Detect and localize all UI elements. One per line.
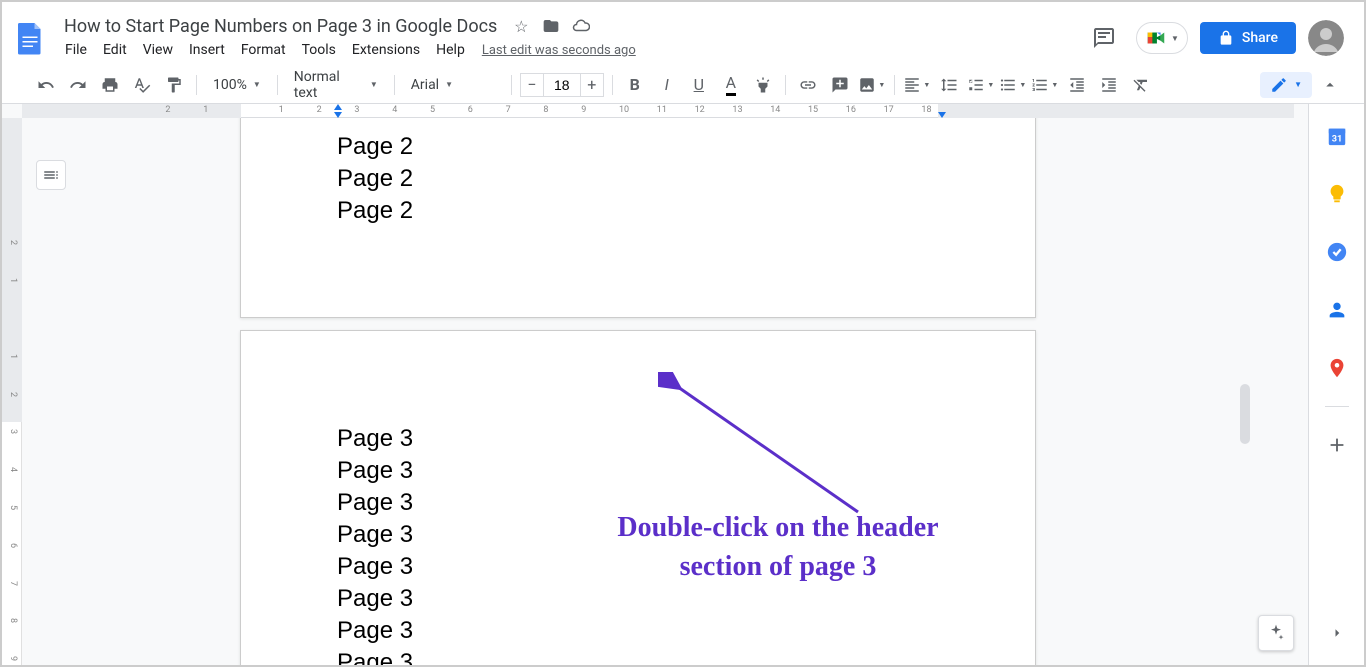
- print-button[interactable]: [96, 71, 124, 99]
- document-page-2[interactable]: Page 2 Page 2 Page 2: [240, 118, 1036, 318]
- cloud-status-icon[interactable]: [571, 16, 591, 36]
- decrease-font-button[interactable]: −: [520, 73, 544, 97]
- redo-button[interactable]: [64, 71, 92, 99]
- align-button[interactable]: ▼: [903, 71, 931, 99]
- chevron-down-icon: ▼: [1171, 34, 1179, 43]
- doc-line: Page 3: [337, 519, 413, 551]
- doc-line: Page 3: [337, 551, 413, 583]
- bulleted-list-button[interactable]: ▼: [999, 71, 1027, 99]
- underline-button[interactable]: U: [685, 71, 713, 99]
- menu-edit[interactable]: Edit: [96, 38, 134, 62]
- comment-history-icon[interactable]: [1084, 18, 1124, 58]
- show-outline-button[interactable]: [36, 160, 66, 190]
- clear-formatting-button[interactable]: [1127, 71, 1155, 99]
- meet-button[interactable]: ▼: [1136, 22, 1188, 54]
- account-avatar[interactable]: [1308, 20, 1344, 56]
- horizontal-ruler[interactable]: 21123456789101112131415161718: [22, 104, 1294, 118]
- add-comment-button[interactable]: [826, 71, 854, 99]
- menu-help[interactable]: Help: [429, 38, 472, 62]
- doc-line: Page 3: [337, 647, 413, 665]
- scrollbar-thumb[interactable]: [1240, 384, 1250, 444]
- last-edit-link[interactable]: Last edit was seconds ago: [482, 43, 636, 58]
- vertical-ruler[interactable]: 21123456789101112: [2, 118, 22, 665]
- menu-file[interactable]: File: [58, 38, 94, 62]
- chevron-down-icon: ▼: [1294, 80, 1302, 89]
- docs-logo[interactable]: [10, 18, 50, 58]
- doc-line: Page 2: [337, 131, 413, 163]
- contacts-icon[interactable]: [1317, 290, 1357, 330]
- pencil-icon: [1270, 76, 1288, 94]
- styles-dropdown[interactable]: Normal text▼: [286, 71, 386, 99]
- collapse-toolbar-button[interactable]: [1316, 71, 1344, 99]
- insert-image-button[interactable]: ▼: [858, 71, 886, 99]
- hide-sidepanel-icon[interactable]: [1317, 613, 1357, 653]
- doc-title[interactable]: How to Start Page Numbers on Page 3 in G…: [58, 14, 503, 39]
- menu-insert[interactable]: Insert: [182, 38, 232, 62]
- explore-button[interactable]: [1258, 615, 1294, 651]
- highlight-button[interactable]: [749, 71, 777, 99]
- move-icon[interactable]: [541, 16, 561, 36]
- share-button[interactable]: Share: [1200, 22, 1296, 54]
- spellcheck-button[interactable]: [128, 71, 156, 99]
- menu-format[interactable]: Format: [234, 38, 293, 62]
- insert-link-button[interactable]: [794, 71, 822, 99]
- doc-line: Page 3: [337, 455, 413, 487]
- checklist-button[interactable]: ▼: [967, 71, 995, 99]
- menu-tools[interactable]: Tools: [295, 38, 343, 62]
- keep-icon[interactable]: [1317, 174, 1357, 214]
- font-size-input[interactable]: [544, 73, 580, 97]
- star-icon[interactable]: ☆: [511, 16, 531, 36]
- svg-text:31: 31: [1331, 135, 1342, 145]
- share-label: Share: [1242, 30, 1278, 46]
- editing-mode-button[interactable]: ▼: [1260, 72, 1312, 98]
- bold-button[interactable]: B: [621, 71, 649, 99]
- document-page-3[interactable]: Page 3 Page 3 Page 3 Page 3 Page 3 Page …: [240, 330, 1036, 665]
- doc-line: Page 2: [337, 195, 413, 227]
- doc-line: Page 3: [337, 615, 413, 647]
- menu-view[interactable]: View: [136, 38, 180, 62]
- calendar-icon[interactable]: 31: [1317, 116, 1357, 156]
- doc-line: Page 3: [337, 583, 413, 615]
- italic-button[interactable]: I: [653, 71, 681, 99]
- numbered-list-button[interactable]: ▼: [1031, 71, 1059, 99]
- undo-button[interactable]: [32, 71, 60, 99]
- side-panel: 31: [1308, 104, 1364, 665]
- tasks-icon[interactable]: [1317, 232, 1357, 272]
- text-color-button[interactable]: A: [717, 71, 745, 99]
- lock-icon: [1218, 30, 1234, 46]
- line-spacing-button[interactable]: [935, 71, 963, 99]
- increase-indent-button[interactable]: [1095, 71, 1123, 99]
- get-addons-icon[interactable]: [1317, 425, 1357, 465]
- menu-extensions[interactable]: Extensions: [345, 38, 427, 62]
- increase-font-button[interactable]: +: [580, 73, 604, 97]
- doc-line: Page 3: [337, 423, 413, 455]
- zoom-dropdown[interactable]: 100%▼: [205, 71, 269, 99]
- maps-icon[interactable]: [1317, 348, 1357, 388]
- font-dropdown[interactable]: Arial▼: [403, 71, 503, 99]
- doc-line: Page 3: [337, 487, 413, 519]
- paint-format-button[interactable]: [160, 71, 188, 99]
- meet-icon: [1145, 27, 1167, 49]
- decrease-indent-button[interactable]: [1063, 71, 1091, 99]
- doc-line: Page 2: [337, 163, 413, 195]
